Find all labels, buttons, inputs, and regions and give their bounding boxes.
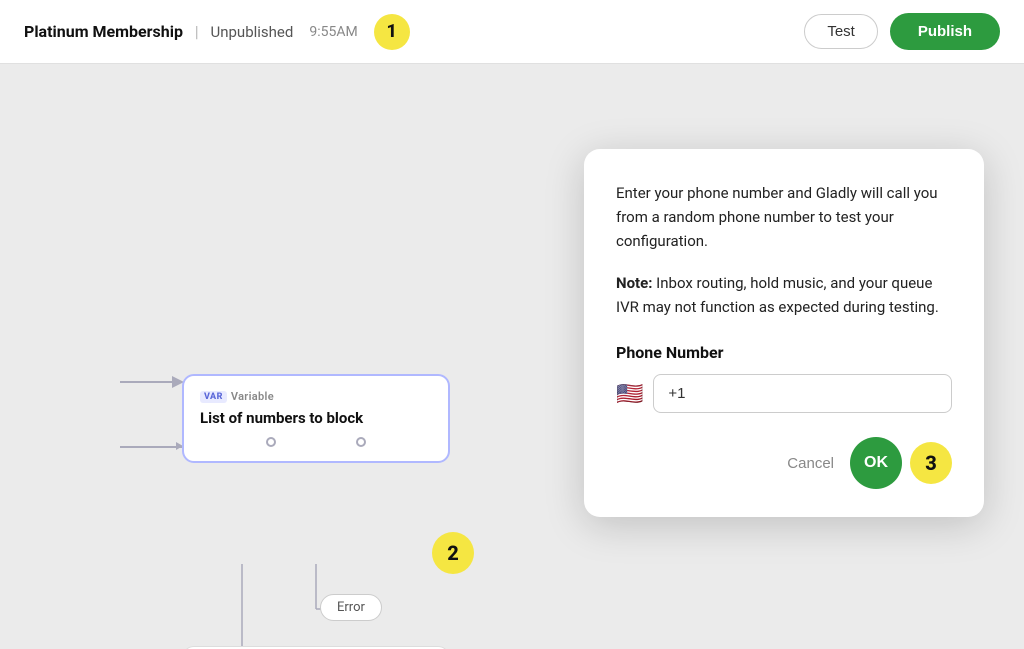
canvas: VAR Variable List of numbers to block 2 … (0, 64, 1024, 649)
test-popup: Enter your phone number and Gladly will … (584, 149, 984, 517)
cancel-button[interactable]: Cancel (787, 455, 834, 472)
error-label: Error (337, 600, 365, 615)
connector-dot-left (266, 437, 276, 447)
us-flag-icon: 🇺🇸 (616, 381, 643, 407)
popup-actions: Cancel OK 3 (616, 437, 952, 489)
phone-input[interactable] (653, 374, 952, 413)
project-title: Platinum Membership (24, 22, 183, 41)
publish-status: Unpublished (211, 23, 294, 41)
node-title: List of numbers to block (200, 409, 432, 429)
publish-button[interactable]: Publish (890, 13, 1000, 50)
phone-input-row: 🇺🇸 (616, 374, 952, 413)
popup-main-text: Enter your phone number and Gladly will … (616, 181, 952, 253)
popup-note-text: Note: Inbox routing, hold music, and you… (616, 271, 952, 319)
ok-button[interactable]: OK (850, 437, 902, 489)
step-3-badge: 3 (910, 442, 952, 484)
node-connectors (200, 429, 432, 447)
phone-label: Phone Number (616, 343, 952, 362)
step-1-badge: 1 (374, 14, 410, 50)
ok-group: OK 3 (850, 437, 952, 489)
header-divider: | (195, 22, 199, 41)
node-tag-label: Variable (231, 390, 274, 403)
country-selector[interactable]: 🇺🇸 (616, 381, 643, 407)
error-node[interactable]: Error (320, 594, 382, 621)
note-bold: Note: (616, 274, 652, 292)
connector-dot-right (356, 437, 366, 447)
test-button[interactable]: Test (804, 14, 878, 49)
save-time: 9:55AM (309, 24, 357, 40)
note-rest: Inbox routing, hold music, and your queu… (616, 274, 939, 316)
header: Platinum Membership | Unpublished 9:55AM… (0, 0, 1024, 64)
var-badge: VAR (200, 391, 227, 403)
node-tag: VAR Variable (200, 390, 432, 403)
variable-node[interactable]: VAR Variable List of numbers to block (182, 374, 450, 463)
entry-arrow (120, 446, 182, 448)
step-2-badge: 2 (432, 532, 474, 574)
